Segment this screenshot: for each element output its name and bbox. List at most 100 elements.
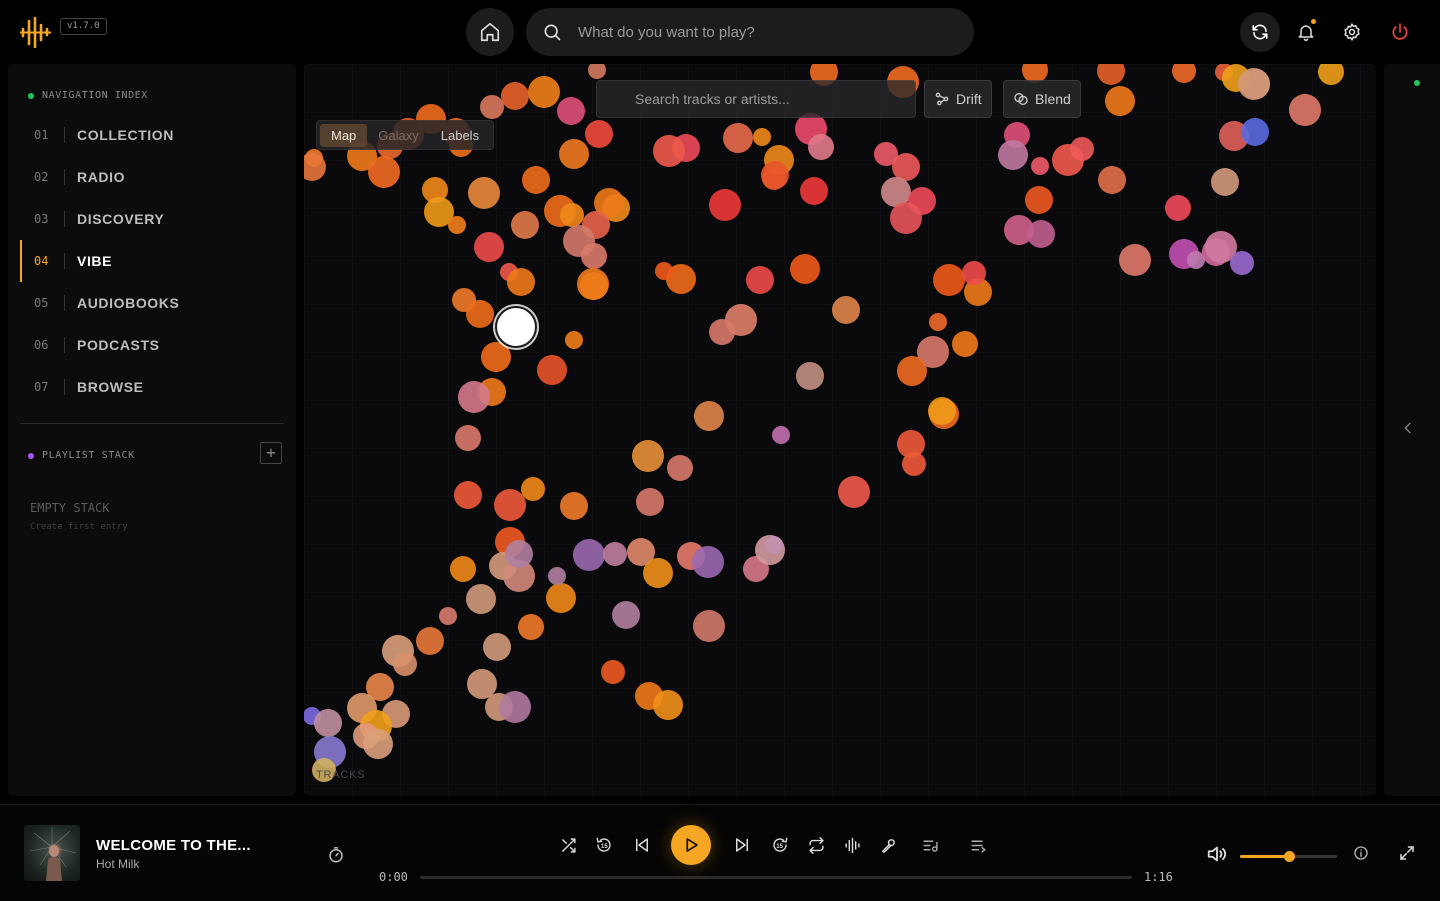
shuffle-button[interactable] xyxy=(556,833,580,857)
track-node[interactable] xyxy=(1172,64,1196,83)
track-node[interactable] xyxy=(655,262,673,280)
sidebar-item-discovery[interactable]: 03 DISCOVERY xyxy=(20,198,284,240)
track-node[interactable] xyxy=(573,539,605,571)
track-node[interactable] xyxy=(505,540,533,568)
track-node[interactable] xyxy=(746,266,774,294)
track-node[interactable] xyxy=(653,690,683,720)
track-node[interactable] xyxy=(481,342,511,372)
track-node[interactable] xyxy=(314,709,342,737)
track-node[interactable] xyxy=(709,189,741,221)
track-node[interactable] xyxy=(643,558,673,588)
queue-button[interactable] xyxy=(966,833,990,857)
waveform-button[interactable] xyxy=(840,833,864,857)
map-search[interactable] xyxy=(596,80,916,118)
track-node[interactable] xyxy=(1238,68,1270,100)
track-node[interactable] xyxy=(832,296,860,324)
chevron-left-icon[interactable] xyxy=(1400,420,1416,436)
selected-track-node[interactable] xyxy=(495,306,537,348)
view-labels-tab[interactable]: Labels xyxy=(430,124,490,147)
track-node[interactable] xyxy=(1318,64,1344,85)
view-galaxy-tab[interactable]: Galaxy xyxy=(367,124,429,147)
track-node[interactable] xyxy=(667,455,693,481)
progress-bar[interactable] xyxy=(420,876,1132,879)
info-icon[interactable] xyxy=(1353,845,1369,861)
track-node[interactable] xyxy=(580,272,608,300)
track-node[interactable] xyxy=(521,477,545,501)
track-node[interactable] xyxy=(653,135,685,167)
track-node[interactable] xyxy=(890,202,922,234)
track-node[interactable] xyxy=(692,546,724,578)
sidebar-item-vibe[interactable]: 04 VIBE xyxy=(20,240,284,282)
sync-button[interactable] xyxy=(1240,12,1280,52)
volume-icon[interactable] xyxy=(1206,843,1228,865)
track-node[interactable] xyxy=(1241,118,1269,146)
track-node[interactable] xyxy=(454,481,482,509)
forward-15-button[interactable]: 15 xyxy=(768,833,792,857)
track-node[interactable] xyxy=(363,729,393,759)
track-node[interactable] xyxy=(548,567,566,585)
playlist-add-button[interactable] xyxy=(918,833,942,857)
sidebar-item-podcasts[interactable]: 06 PODCASTS xyxy=(20,324,284,366)
track-node[interactable] xyxy=(560,203,584,227)
add-playlist-button[interactable]: + xyxy=(260,442,282,464)
track-node[interactable] xyxy=(511,211,539,239)
track-node[interactable] xyxy=(1230,251,1254,275)
track-node[interactable] xyxy=(483,633,511,661)
sidebar-item-collection[interactable]: 01 COLLECTION xyxy=(20,114,284,156)
track-node[interactable] xyxy=(1027,220,1055,248)
track-node[interactable] xyxy=(455,425,481,451)
track-node[interactable] xyxy=(528,76,560,108)
track-node[interactable] xyxy=(753,128,771,146)
track-node[interactable] xyxy=(393,652,417,676)
track-node[interactable] xyxy=(559,139,589,169)
track-node[interactable] xyxy=(723,123,753,153)
logo-icon[interactable] xyxy=(20,16,52,48)
global-search-input[interactable] xyxy=(576,22,940,42)
track-node[interactable] xyxy=(522,166,550,194)
track-node[interactable] xyxy=(507,268,535,296)
track-node[interactable] xyxy=(765,536,783,554)
track-node[interactable] xyxy=(467,669,497,699)
blend-button[interactable]: Blend xyxy=(1003,80,1081,118)
track-node[interactable] xyxy=(368,156,400,188)
track-node[interactable] xyxy=(466,584,496,614)
track-node[interactable] xyxy=(838,476,870,508)
track-node[interactable] xyxy=(796,362,824,390)
track-node[interactable] xyxy=(897,430,925,458)
track-node[interactable] xyxy=(450,556,476,582)
track-node[interactable] xyxy=(601,660,625,684)
sidebar-item-audiobooks[interactable]: 05 AUDIOBOOKS xyxy=(20,282,284,324)
track-node[interactable] xyxy=(581,243,607,269)
track-node[interactable] xyxy=(557,97,585,125)
power-button[interactable] xyxy=(1380,12,1420,52)
track-node[interactable] xyxy=(1165,195,1191,221)
volume-knob[interactable] xyxy=(1283,851,1295,862)
track-node[interactable] xyxy=(588,64,606,79)
track-node[interactable] xyxy=(1119,244,1151,276)
track-node[interactable] xyxy=(458,381,490,413)
track-node[interactable] xyxy=(603,542,627,566)
volume-slider[interactable] xyxy=(1240,851,1337,862)
track-node[interactable] xyxy=(560,492,588,520)
track-node[interactable] xyxy=(808,134,834,160)
next-button[interactable] xyxy=(730,833,754,857)
sidebar-item-radio[interactable]: 02 RADIO xyxy=(20,156,284,198)
fullscreen-icon[interactable] xyxy=(1398,844,1416,862)
track-node[interactable] xyxy=(546,583,576,613)
track-node-layer[interactable] xyxy=(304,64,1376,796)
map-search-input[interactable] xyxy=(633,90,897,108)
track-node[interactable] xyxy=(761,161,789,189)
track-node[interactable] xyxy=(772,426,790,444)
track-node[interactable] xyxy=(439,607,457,625)
track-node[interactable] xyxy=(494,489,526,521)
drift-button[interactable]: Drift xyxy=(924,80,992,118)
track-node[interactable] xyxy=(962,261,986,285)
track-node[interactable] xyxy=(468,177,500,209)
vibe-map[interactable]: Drift Blend Map Galaxy Labels TRACKS xyxy=(304,64,1376,796)
track-node[interactable] xyxy=(565,331,583,349)
sidebar-item-browse[interactable]: 07 BROWSE xyxy=(20,366,284,408)
track-node[interactable] xyxy=(1097,64,1125,85)
track-node[interactable] xyxy=(897,356,927,386)
track-node[interactable] xyxy=(1211,168,1239,196)
track-node[interactable] xyxy=(929,313,947,331)
